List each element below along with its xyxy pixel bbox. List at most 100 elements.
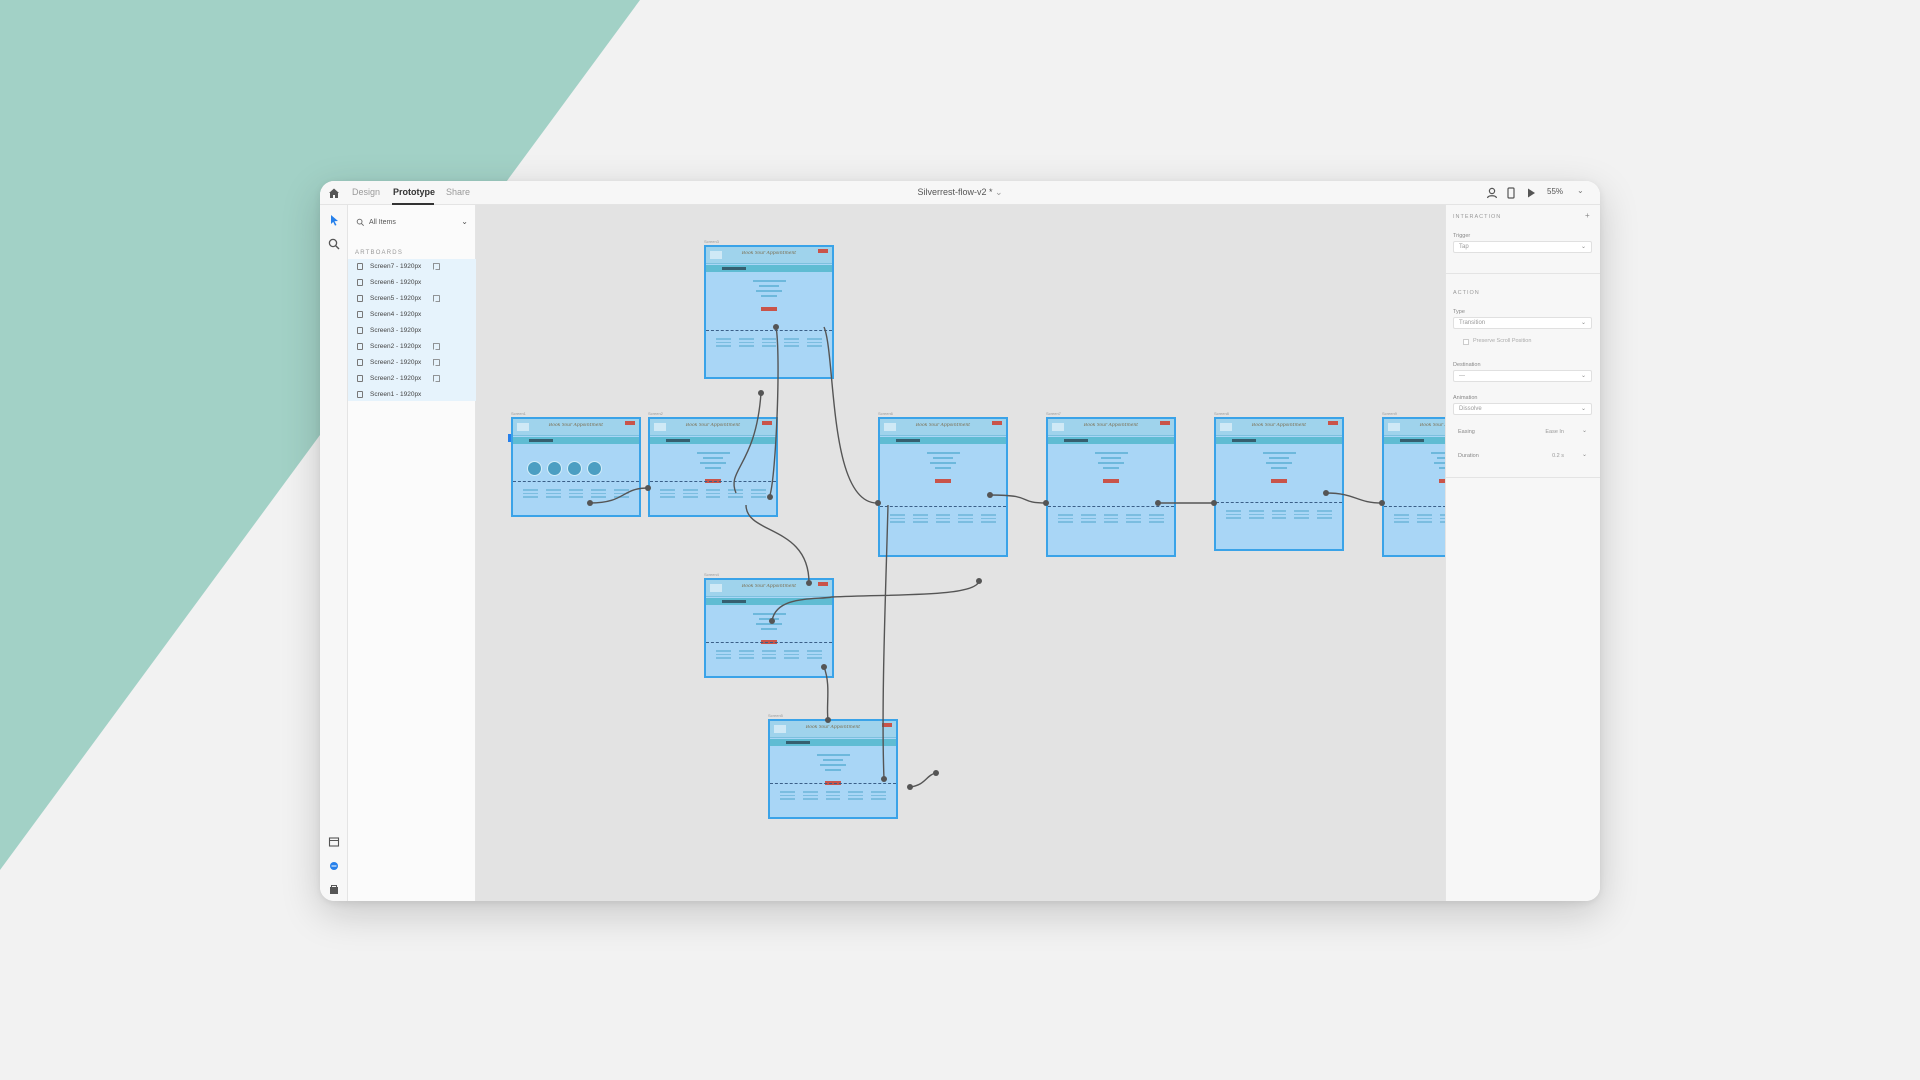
wire-node <box>758 390 764 396</box>
artboards-heading: ARTBOARDS <box>355 250 404 256</box>
prototype-wires <box>587 324 1385 790</box>
chevron-down-icon: ⌄ <box>1580 320 1586 326</box>
artboard-name-label[interactable]: Screen5 <box>768 713 783 718</box>
artboard-list-item[interactable]: Screen2 - 1920px <box>348 371 476 387</box>
artboard-icon <box>357 295 363 302</box>
artboard-name-label[interactable]: Screen4 <box>704 572 719 577</box>
wire-node <box>767 494 773 500</box>
search-icon <box>356 218 364 226</box>
chevron-down-icon: ⌄ <box>1580 406 1586 412</box>
wire-node <box>881 776 887 782</box>
wire <box>1325 492 1383 504</box>
wire-node <box>769 618 775 624</box>
artboard-icon <box>357 359 363 366</box>
preserve-scroll-checkbox[interactable] <box>1463 339 1469 345</box>
artboard-name-label[interactable]: Screen9 <box>1382 411 1397 416</box>
artboard-list-item[interactable]: Screen2 - 1920px <box>348 355 476 371</box>
artboard-name-label[interactable]: Screen2 <box>648 411 663 416</box>
wire <box>882 504 889 780</box>
artboard-list-item[interactable]: Screen5 - 1920px <box>348 291 476 307</box>
duration-label: Duration <box>1458 453 1479 459</box>
type-select[interactable]: Transition ⌄ <box>1453 317 1592 329</box>
animation-label: Animation <box>1453 395 1478 401</box>
easing-label: Easing <box>1458 429 1475 435</box>
artboard-icon <box>357 279 363 286</box>
artboard-list-item[interactable]: Screen4 - 1920px <box>348 307 476 323</box>
select-arrow-icon[interactable] <box>327 213 341 227</box>
wire-node <box>773 324 779 330</box>
wire <box>769 326 779 496</box>
artboard-name-label[interactable]: Screen3 <box>704 239 719 244</box>
chevron-down-icon[interactable]: ⌄ <box>1577 186 1584 195</box>
artboard-icon <box>357 263 363 270</box>
layers-panel: All Items ⌄ ARTBOARDS Screen7 - 1920px S… <box>348 205 476 901</box>
duration-select[interactable]: 0.2 s <box>1524 453 1564 459</box>
wire-node <box>987 492 993 498</box>
add-interaction-icon[interactable]: + <box>1585 211 1590 220</box>
wire-node <box>587 500 593 506</box>
flow-icon <box>433 359 440 366</box>
trigger-label: Trigger <box>1453 233 1471 239</box>
wire-node <box>821 664 827 670</box>
artboard-name-label[interactable]: Screen8 <box>1214 411 1229 416</box>
artboard-icon <box>357 343 363 350</box>
artboard-icon <box>357 311 363 318</box>
zoom-icon[interactable] <box>327 237 341 251</box>
wire <box>823 326 879 504</box>
chevron-down-icon[interactable]: ⌄ <box>1582 427 1587 434</box>
layers-filter-dropdown[interactable]: All Items ⌄ <box>354 215 470 231</box>
artboard-name-label[interactable]: Screen6 <box>878 411 893 416</box>
app-window: Design Prototype Share Silverrest-flow-v… <box>320 181 1600 901</box>
document-title[interactable]: Silverrest-flow-v2 * ⌄ <box>320 187 1600 198</box>
chevron-down-icon: ⌄ <box>1580 373 1586 379</box>
document-assets-icon[interactable] <box>327 835 341 849</box>
interaction-heading: INTERACTION <box>1453 214 1502 220</box>
wire <box>771 580 980 622</box>
properties-panel: INTERACTION + Trigger Tap ⌄ ACTION Type T… <box>1445 205 1600 901</box>
wire-node <box>1323 490 1329 496</box>
action-heading: ACTION <box>1453 290 1480 296</box>
artboard-list-item[interactable]: Screen2 - 1920px <box>348 339 476 355</box>
wire-node <box>976 578 982 584</box>
destination-select[interactable]: — ⌄ <box>1453 370 1592 382</box>
easing-select[interactable]: Ease In <box>1524 429 1564 435</box>
artboard-list-item[interactable]: Screen1 - 1920px <box>348 387 476 403</box>
artboard-list: Screen7 - 1920px Screen6 - 1920px Screen… <box>348 259 476 401</box>
chevron-down-icon[interactable]: ⌄ <box>1582 451 1587 458</box>
chevron-down-icon: ⌄ <box>1580 244 1586 250</box>
artboard-name-label[interactable]: Screen1 <box>511 411 526 416</box>
trigger-select[interactable]: Tap ⌄ <box>1453 241 1592 253</box>
artboard-list-item[interactable]: Screen6 - 1920px <box>348 275 476 291</box>
wire-node <box>1211 500 1217 506</box>
flow-icon <box>433 375 440 382</box>
preserve-scroll-label: Preserve Scroll Position <box>1473 338 1532 344</box>
user-icon[interactable] <box>1485 186 1499 200</box>
chevron-down-icon: ⌄ <box>461 217 468 226</box>
animation-select[interactable]: Dissolve ⌄ <box>1453 403 1592 415</box>
artboard-name-label[interactable]: Screen7 <box>1046 411 1061 416</box>
divider <box>1446 273 1600 274</box>
divider <box>1446 477 1600 478</box>
artboard-icon <box>357 391 363 398</box>
artboard-icon <box>357 327 363 334</box>
destination-label: Destination <box>1453 362 1481 368</box>
wire-node <box>1379 500 1385 506</box>
tool-rail <box>320 205 348 901</box>
chevron-down-icon: ⌄ <box>994 187 1003 197</box>
artboard-list-item[interactable]: Screen7 - 1920px <box>348 259 476 275</box>
prototype-canvas[interactable]: Book Your Appointment Book Your Appointm… <box>476 205 1476 901</box>
device-preview-icon[interactable] <box>1504 186 1518 200</box>
wire-node <box>806 580 812 586</box>
wire <box>989 494 1047 504</box>
plugins-icon[interactable] <box>327 859 341 873</box>
artboard-list-item[interactable]: Screen3 - 1920px <box>348 323 476 339</box>
wire-node <box>1043 500 1049 506</box>
flow-icon <box>433 343 440 350</box>
zoom-level[interactable]: 55% <box>1547 187 1563 196</box>
wire <box>745 504 810 584</box>
play-icon[interactable] <box>1524 186 1538 200</box>
libraries-icon[interactable] <box>327 883 341 897</box>
wire-node <box>907 784 913 790</box>
wire-node <box>645 485 651 491</box>
flow-icon <box>433 263 440 270</box>
